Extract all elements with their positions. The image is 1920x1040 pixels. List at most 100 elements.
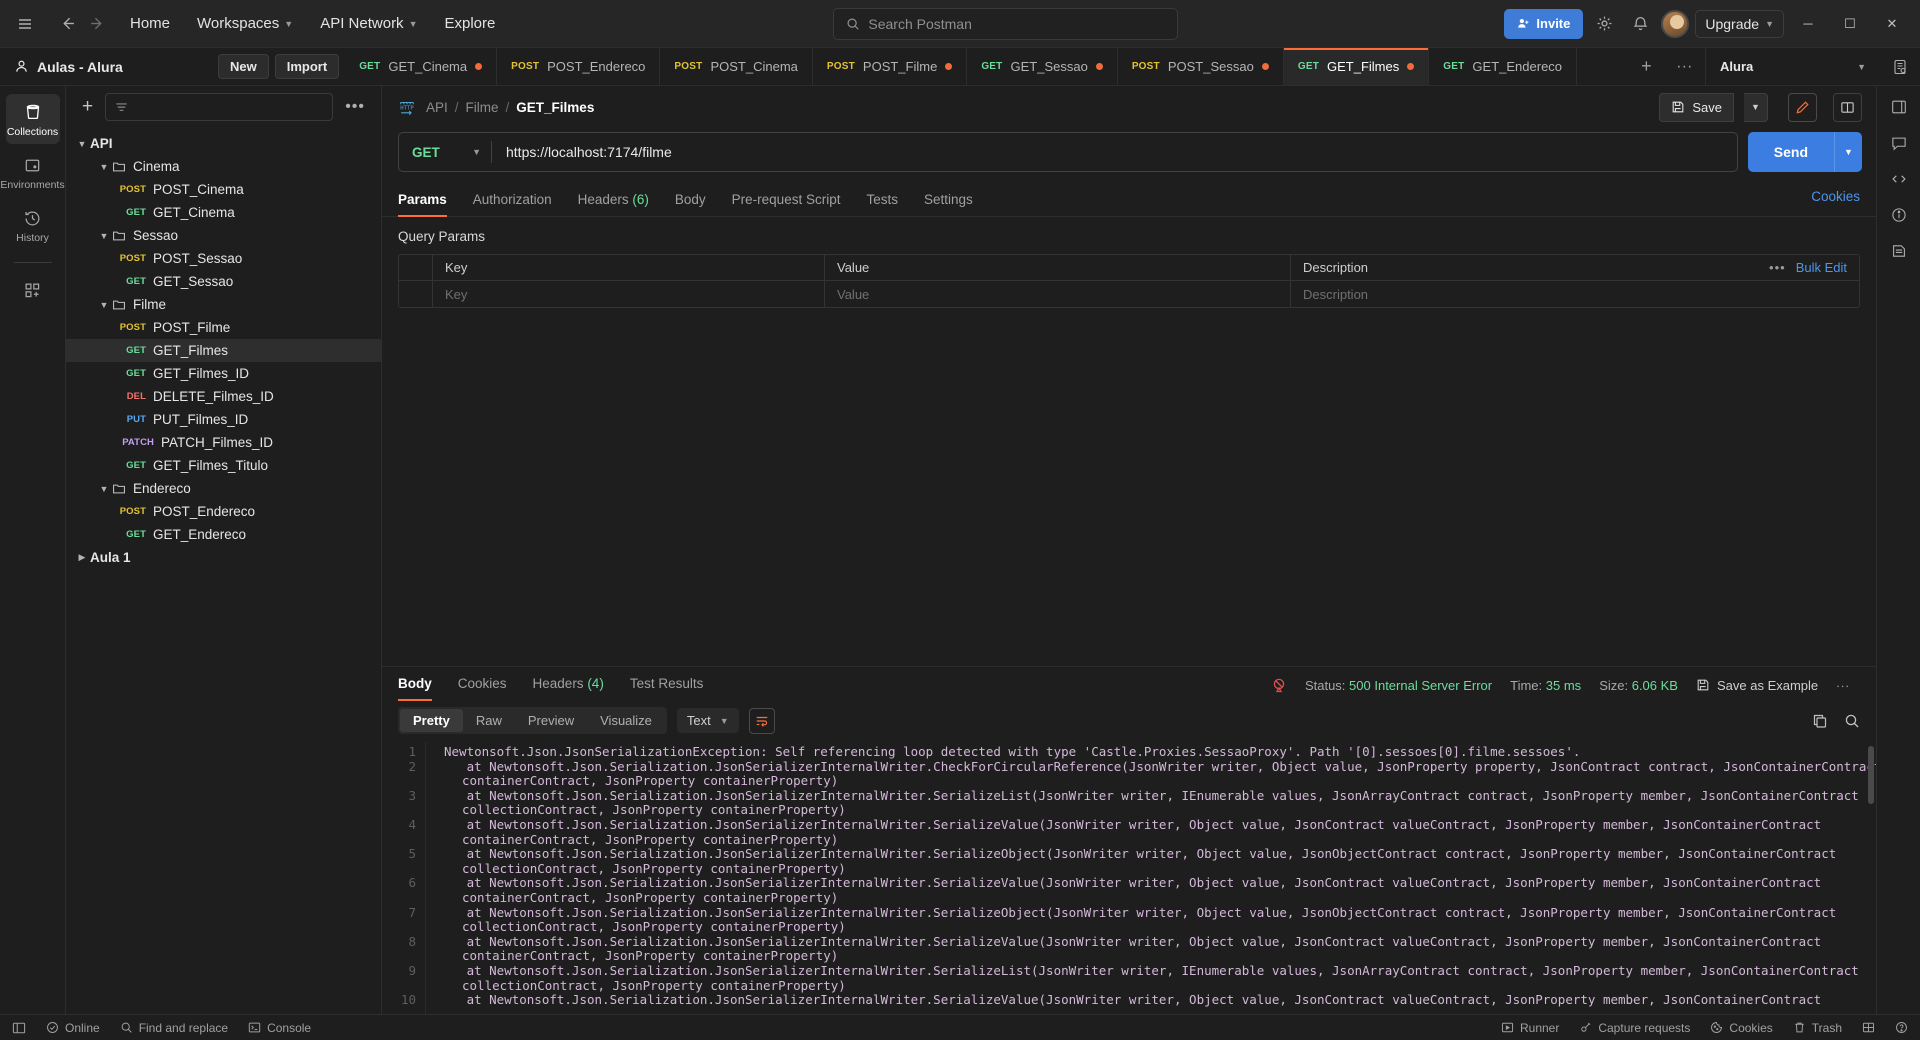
folder-item-cinema[interactable]: ▼ Cinema	[66, 155, 381, 178]
search-icon[interactable]	[1844, 713, 1860, 729]
request-tab-get_filmes[interactable]: GET GET_Filmes	[1283, 48, 1430, 85]
response-scrollbar[interactable]	[1868, 746, 1874, 804]
find-and-replace-button[interactable]: Find and replace	[120, 1021, 228, 1035]
chevron-down-icon[interactable]: ▼	[96, 162, 112, 172]
save-as-example-button[interactable]: Save as Example	[1696, 678, 1818, 693]
status-online[interactable]: Online	[46, 1021, 100, 1035]
close-button[interactable]: ✕	[1874, 8, 1910, 40]
bell-icon[interactable]	[1625, 9, 1655, 39]
request-tab-post_endereco[interactable]: POST POST_Endereco	[497, 48, 661, 85]
url-input[interactable]	[492, 144, 1737, 160]
filter-input[interactable]	[105, 93, 334, 121]
arrow-left-icon[interactable]	[52, 9, 82, 39]
rail-item-environments[interactable]: Environments	[0, 148, 65, 197]
tabs-more-button[interactable]: ∙∙∙	[1665, 48, 1705, 85]
new-tab-button[interactable]: +	[1628, 48, 1665, 85]
request-item-post-filme[interactable]: POST POST_Filme	[66, 316, 381, 339]
response-tab-test-results[interactable]: Test Results	[630, 670, 704, 700]
save-button[interactable]: Save	[1659, 92, 1734, 122]
request-item-get-filmes-id[interactable]: GET GET_Filmes_ID	[66, 362, 381, 385]
response-tab-cookies[interactable]: Cookies	[458, 670, 507, 700]
workspace-selector[interactable]: Aulas - Alura	[0, 48, 218, 85]
request-item-get-sessao[interactable]: GET GET_Sessao	[66, 270, 381, 293]
view-mode-raw[interactable]: Raw	[463, 709, 515, 732]
request-item-post-sessao[interactable]: POST POST_Sessao	[66, 247, 381, 270]
nav-home[interactable]: Home	[118, 9, 182, 38]
folder-item-filme[interactable]: ▼ Filme	[66, 293, 381, 316]
request-tab-get_cinema[interactable]: GET GET_Cinema	[345, 48, 498, 85]
request-tab-get_sessao[interactable]: GET GET_Sessao	[967, 48, 1118, 85]
tab-settings[interactable]: Settings	[924, 186, 973, 216]
request-item-post-cinema[interactable]: POST POST_Cinema	[66, 178, 381, 201]
nav-api-network[interactable]: API Network ▼	[308, 9, 429, 38]
help-icon[interactable]	[1895, 1021, 1908, 1034]
layout-icon[interactable]	[1862, 1021, 1875, 1034]
param-key-input[interactable]: Key	[433, 281, 825, 307]
gear-icon[interactable]	[1589, 9, 1619, 39]
request-tab-post_filme[interactable]: POST POST_Filme	[813, 48, 968, 85]
nav-explore[interactable]: Explore	[432, 9, 507, 38]
new-button[interactable]: New	[218, 54, 269, 79]
nav-workspaces[interactable]: Workspaces ▼	[185, 9, 305, 38]
request-item-patch-filmes-id[interactable]: PATCH PATCH_Filmes_ID	[66, 431, 381, 454]
response-tab-headers[interactable]: Headers (4)	[533, 670, 604, 700]
environment-quick-look-icon[interactable]	[1880, 48, 1920, 85]
invite-button[interactable]: Invite	[1504, 8, 1584, 39]
avatar[interactable]	[1661, 9, 1690, 38]
tab-tests[interactable]: Tests	[866, 186, 898, 216]
chevron-down-icon[interactable]: ▼	[96, 484, 112, 494]
folder-item-sessao[interactable]: ▼ Sessao	[66, 224, 381, 247]
cookies-link[interactable]: Cookies	[1811, 189, 1860, 213]
params-more-icon[interactable]: •••	[1769, 260, 1786, 275]
folder-item-endereco[interactable]: ▼ Endereco	[66, 477, 381, 500]
panel-icon[interactable]	[1890, 98, 1908, 116]
plus-icon[interactable]: +	[78, 96, 97, 118]
more-horizontal-icon[interactable]: •••	[341, 98, 369, 116]
view-mode-visualize[interactable]: Visualize	[587, 709, 665, 732]
import-button[interactable]: Import	[274, 54, 340, 79]
row-checkbox-cell[interactable]	[399, 281, 433, 307]
request-tab-get_endereco[interactable]: GET GET_Endereco	[1429, 48, 1578, 85]
edit-request-icon[interactable]	[1788, 92, 1817, 122]
comment-icon[interactable]	[1890, 134, 1908, 152]
param-value-input[interactable]: Value	[825, 281, 1291, 307]
code-icon[interactable]	[1890, 170, 1908, 188]
sidebar-toggle-icon[interactable]	[12, 1021, 26, 1035]
collection-item-api[interactable]: ▼ API	[66, 132, 381, 155]
request-item-get-endereco[interactable]: GET GET_Endereco	[66, 523, 381, 546]
view-mode-preview[interactable]: Preview	[515, 709, 587, 732]
request-item-put-filmes-id[interactable]: PUT PUT_Filmes_ID	[66, 408, 381, 431]
minimize-button[interactable]: ─	[1790, 8, 1826, 40]
environment-selector[interactable]: Alura ▼	[1705, 48, 1880, 85]
collection-item-aula-1[interactable]: ▶ Aula 1	[66, 546, 381, 569]
upgrade-button[interactable]: Upgrade ▼	[1695, 9, 1784, 38]
tab-headers[interactable]: Headers (6)	[578, 186, 649, 216]
request-item-get-filmes[interactable]: GET GET_Filmes	[66, 339, 381, 362]
chevron-right-icon[interactable]: ▶	[74, 552, 90, 563]
tab-pre-request-script[interactable]: Pre-request Script	[732, 186, 841, 216]
rail-item-add-modules[interactable]	[6, 273, 60, 306]
send-options-button[interactable]: ▼	[1834, 132, 1862, 172]
request-tab-post_sessao[interactable]: POST POST_Sessao	[1118, 48, 1284, 85]
request-item-get-filmes-titulo[interactable]: GET GET_Filmes_Titulo	[66, 454, 381, 477]
breadcrumb-root[interactable]: API	[426, 100, 448, 115]
request-tab-post_cinema[interactable]: POST POST_Cinema	[660, 48, 813, 85]
table-row[interactable]: Key Value Description	[399, 281, 1859, 307]
documentation-icon[interactable]	[1890, 242, 1908, 260]
chevron-down-icon[interactable]: ▼	[96, 300, 112, 310]
request-layout-icon[interactable]	[1833, 92, 1862, 122]
method-selector[interactable]: GET ▼	[399, 133, 491, 171]
response-body-viewer[interactable]: 1 2 3 4 5 6 7 8 9 10 Newtonsoft.Json.JsonSerializ…	[382, 742, 1876, 1014]
param-description-input[interactable]: Description	[1291, 281, 1859, 307]
request-item-post-endereco[interactable]: POST POST_Endereco	[66, 500, 381, 523]
send-button[interactable]: Send	[1747, 132, 1834, 172]
cookies-button[interactable]: Cookies	[1710, 1021, 1773, 1035]
tab-authorization[interactable]: Authorization	[473, 186, 552, 216]
rail-item-history[interactable]: History	[6, 201, 60, 250]
chevron-down-icon[interactable]: ▼	[74, 139, 90, 149]
runner-button[interactable]: Runner	[1501, 1021, 1559, 1035]
breadcrumb-folder[interactable]: Filme	[466, 100, 499, 115]
rail-item-collections[interactable]: Collections	[5, 94, 60, 144]
chevron-down-icon[interactable]: ▼	[96, 231, 112, 241]
bulk-edit-button[interactable]: Bulk Edit	[1796, 260, 1847, 275]
